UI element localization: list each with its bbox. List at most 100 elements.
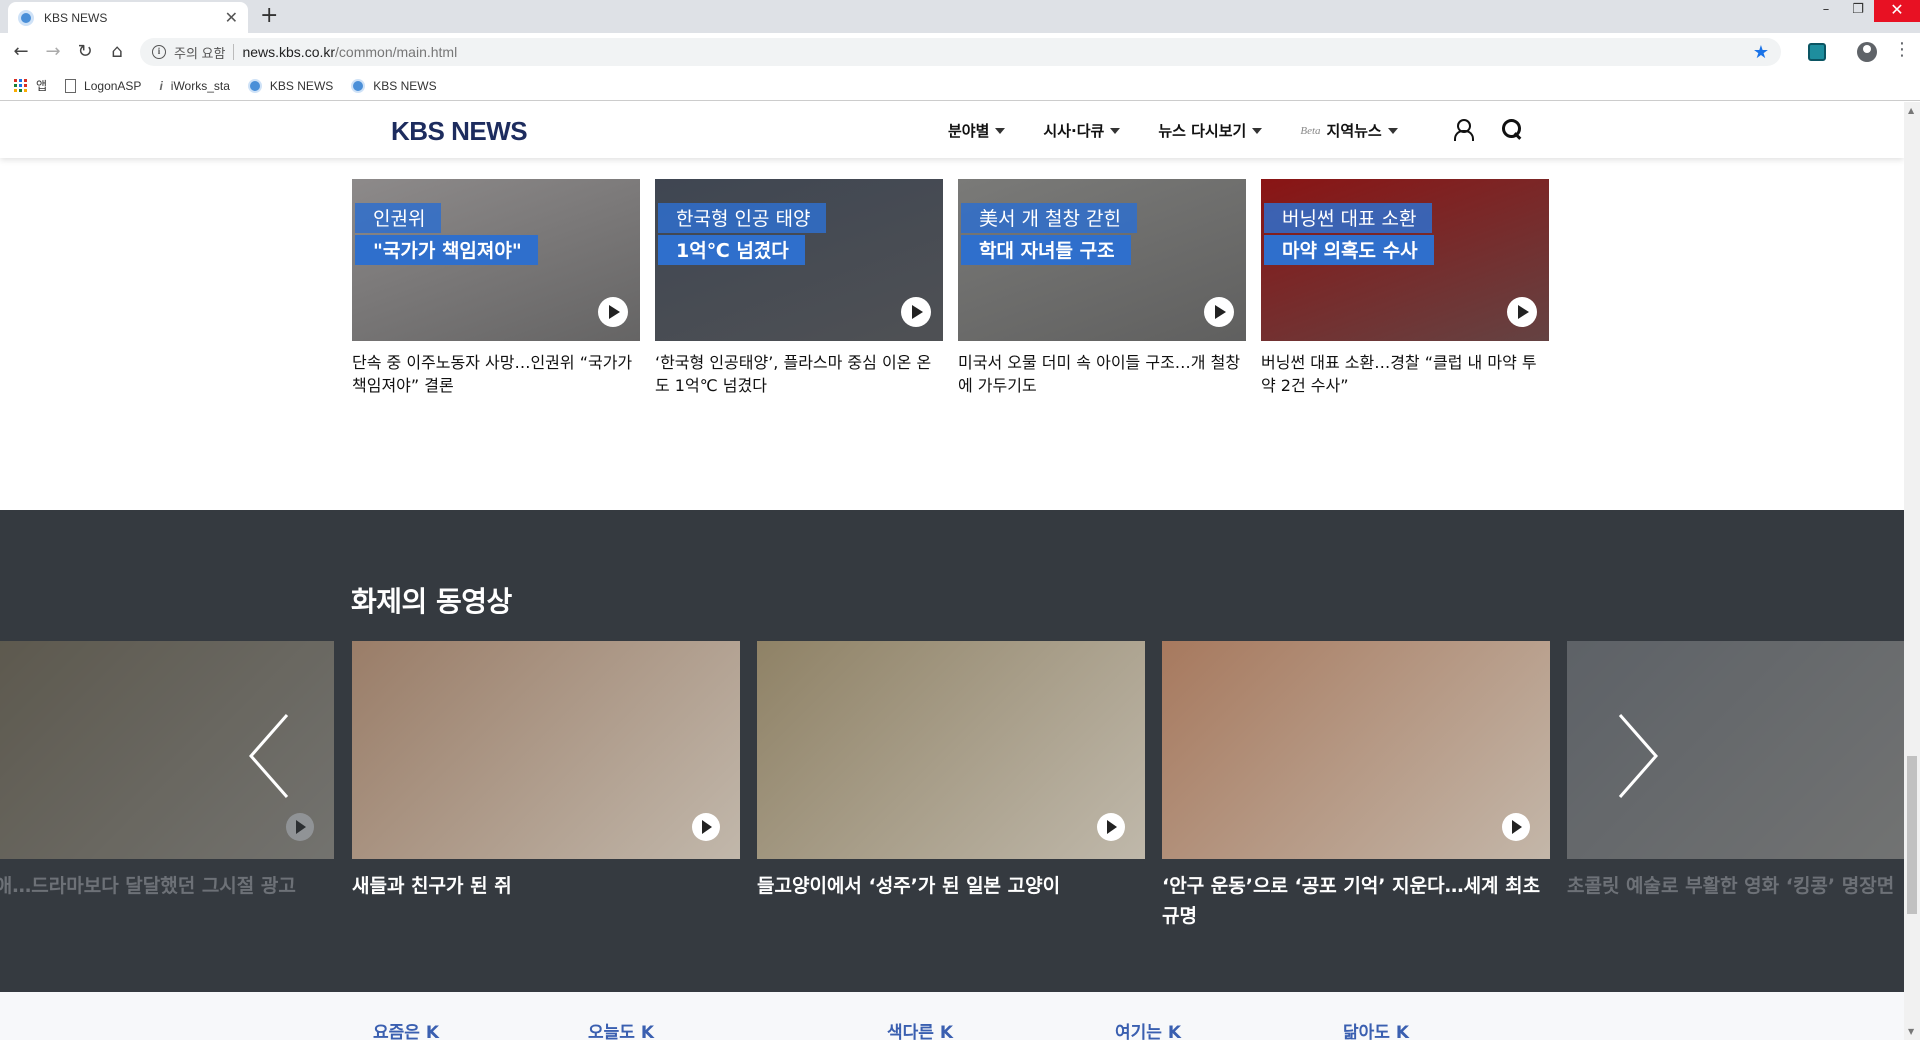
scroll-up-icon[interactable]: ▲ <box>1908 106 1914 115</box>
scrollbar-thumb[interactable] <box>1907 756 1917 914</box>
bookmark-logonasp[interactable]: LogonASP <box>65 78 142 93</box>
nav-category[interactable]: 분야별 <box>948 120 1006 141</box>
play-icon[interactable] <box>1502 813 1530 841</box>
video-thumbnail[interactable] <box>352 641 740 859</box>
bookmark-iworks[interactable]: i iWorks_sta <box>159 79 229 93</box>
page-viewport: KBS NEWS 분야별 시사·다큐 뉴스 다시보기 Beta 지역뉴스 인권위 … <box>0 102 1904 1040</box>
security-warning: 주의 요함 <box>174 45 226 61</box>
program-link[interactable]: 오늘도 K <box>588 1018 654 1040</box>
news-card-grid: 인권위 "국가가 책임져야" 단속 중 이주노동자 사망…인권위 “국가가 책임… <box>352 179 1564 397</box>
bookmark-star-icon[interactable]: ★ <box>1753 42 1769 63</box>
video-card[interactable]: 새들과 친구가 된 쥐 <box>352 641 740 901</box>
caret-down-icon <box>1252 127 1263 134</box>
caption-line-1: 인권위 <box>355 203 442 233</box>
news-title[interactable]: 버닝썬 대표 소환…경찰 “클럽 내 마약 투약 2건 수사” <box>1261 351 1549 397</box>
nav-label: 지역뉴스 <box>1326 122 1382 140</box>
news-thumbnail[interactable]: 한국형 인공 태양 1억℃ 넘겼다 <box>655 179 943 341</box>
nav-replay[interactable]: 뉴스 다시보기 <box>1158 120 1263 141</box>
news-title[interactable]: 단속 중 이주노동자 사망…인권위 “국가가 책임져야” 결론 <box>352 351 640 397</box>
caret-down-icon <box>1110 127 1121 134</box>
back-arrow-icon[interactable]: ← <box>10 41 32 63</box>
video-title[interactable]: 새들과 친구가 된 쥐 <box>352 871 740 901</box>
video-title[interactable]: 들고양이에서 ‘성주’가 된 일본 고양이 <box>757 871 1145 901</box>
address-bar[interactable]: i 주의 요함 news.kbs.co.kr /common/main.html… <box>140 38 1781 66</box>
video-title[interactable]: · 이영애…드라마보다 달달했던 그시절 광고 <box>0 871 334 901</box>
section-heading: 화제의 동영상 <box>351 585 512 618</box>
home-icon[interactable]: ⌂ <box>106 41 128 63</box>
iworks-logo-icon: i <box>159 78 163 93</box>
scroll-down-icon[interactable]: ▼ <box>1908 1027 1914 1036</box>
profile-icon[interactable] <box>1857 42 1877 62</box>
news-title[interactable]: ‘한국형 인공태양’, 플라스마 중심 이온 온도 1억℃ 넘겼다 <box>655 351 943 397</box>
play-icon[interactable] <box>1097 813 1125 841</box>
nav-local-news[interactable]: Beta 지역뉴스 <box>1300 120 1398 141</box>
news-title[interactable]: 미국서 오물 더미 속 아이들 구조…개 철창에 가두기도 <box>958 351 1246 397</box>
play-icon[interactable] <box>598 297 628 327</box>
bookmarks-bar: 앱 LogonASP i iWorks_sta KBS NEWS KBS NEW… <box>0 71 1920 101</box>
program-link[interactable]: 여기는 K <box>1115 1018 1181 1040</box>
browser-toolbar: ← → ↻ ⌂ i 주의 요함 news.kbs.co.kr /common/m… <box>0 33 1920 71</box>
tab-title: KBS NEWS <box>44 10 108 25</box>
menu-dots-icon[interactable]: ⋮ <box>1893 39 1911 61</box>
site-logo[interactable]: KBS NEWS <box>391 116 528 147</box>
kbs-favicon-icon <box>18 9 34 26</box>
omnibox-divider <box>233 44 235 60</box>
news-card[interactable]: 한국형 인공 태양 1억℃ 넘겼다 ‘한국형 인공태양’, 플라스마 중심 이온… <box>655 179 943 397</box>
bookmark-label: KBS NEWS <box>269 78 334 93</box>
nav-label: 뉴스 다시보기 <box>1158 122 1247 140</box>
url-host: news.kbs.co.kr <box>242 44 336 60</box>
program-link[interactable]: 색다른 K <box>887 1018 953 1040</box>
user-icon[interactable] <box>1452 118 1474 141</box>
video-card[interactable]: 들고양이에서 ‘성주’가 된 일본 고양이 <box>757 641 1145 901</box>
bookmark-label: iWorks_sta <box>170 78 230 93</box>
forward-arrow-icon[interactable]: → <box>42 41 64 63</box>
minimize-button[interactable]: – <box>1810 0 1842 22</box>
kbs-favicon-icon <box>247 78 262 93</box>
extension-icon[interactable] <box>1808 43 1826 61</box>
video-thumbnail[interactable] <box>757 641 1145 859</box>
play-icon[interactable] <box>901 297 931 327</box>
video-card[interactable]: ‘안구 운동’으로 ‘공포 기억’ 지운다…세계 최초 규명 <box>1162 641 1550 931</box>
info-icon[interactable]: i <box>152 45 166 59</box>
carousel-next-arrow-icon[interactable] <box>1612 711 1662 801</box>
program-link[interactable]: 닮아도 K <box>1343 1018 1409 1040</box>
program-links: 요즘은 K 오늘도 K 색다른 K 여기는 K 닮아도 K <box>0 992 1904 1040</box>
bookmark-kbs-news-1[interactable]: KBS NEWS <box>247 78 334 93</box>
close-tab-icon[interactable]: ✕ <box>225 9 238 26</box>
main-nav: 분야별 시사·다큐 뉴스 다시보기 Beta 지역뉴스 <box>948 120 1436 141</box>
nav-label: 시사·다큐 <box>1043 122 1105 140</box>
news-card[interactable]: 버닝썬 대표 소환 마약 의혹도 수사 버닝썬 대표 소환…경찰 “클럽 내 마… <box>1261 179 1549 397</box>
page-scrollbar[interactable]: ▲ ▼ <box>1904 102 1920 1040</box>
close-window-button[interactable]: ✕ <box>1874 0 1920 22</box>
program-link[interactable]: 요즘은 K <box>373 1018 439 1040</box>
caption-line-2: 학대 자녀들 구조 <box>961 235 1131 265</box>
restore-button[interactable]: ❐ <box>1842 0 1874 22</box>
news-card[interactable]: 美서 개 철창 갇힌 학대 자녀들 구조 미국서 오물 더미 속 아이들 구조…… <box>958 179 1246 397</box>
nav-current-affairs[interactable]: 시사·다큐 <box>1043 120 1121 141</box>
video-thumbnail[interactable] <box>1162 641 1550 859</box>
news-card[interactable]: 인권위 "국가가 책임져야" 단속 중 이주노동자 사망…인권위 “국가가 책임… <box>352 179 640 397</box>
new-tab-button[interactable]: + <box>260 4 278 28</box>
search-icon[interactable] <box>1501 118 1523 140</box>
carousel-prev-arrow-icon[interactable] <box>245 711 295 801</box>
bookmark-apps[interactable]: 앱 <box>14 77 47 94</box>
caption-line-2: 1억℃ 넘겼다 <box>658 235 805 265</box>
caret-down-icon <box>995 127 1006 134</box>
caption-line-1: 美서 개 철창 갇힌 <box>961 203 1137 233</box>
play-icon[interactable] <box>286 813 314 841</box>
news-thumbnail[interactable]: 버닝썬 대표 소환 마약 의혹도 수사 <box>1261 179 1549 341</box>
reload-icon[interactable]: ↻ <box>74 41 96 63</box>
nav-label: 분야별 <box>948 122 990 140</box>
browser-tab[interactable]: KBS NEWS ✕ <box>8 2 248 33</box>
play-icon[interactable] <box>1204 297 1234 327</box>
play-icon[interactable] <box>1507 297 1537 327</box>
news-thumbnail[interactable]: 인권위 "국가가 책임져야" <box>352 179 640 341</box>
video-title[interactable]: 초콜릿 예술로 부활한 영화 ‘킹콩’ 명장면 <box>1567 871 1904 901</box>
news-thumbnail[interactable]: 美서 개 철창 갇힌 학대 자녀들 구조 <box>958 179 1246 341</box>
bookmark-kbs-news-2[interactable]: KBS NEWS <box>351 78 437 93</box>
bookmark-label: LogonASP <box>84 78 142 93</box>
bookmark-label: 앱 <box>36 79 48 93</box>
play-icon[interactable] <box>692 813 720 841</box>
video-title[interactable]: ‘안구 운동’으로 ‘공포 기억’ 지운다…세계 최초 규명 <box>1162 871 1550 931</box>
beta-badge: Beta <box>1300 124 1321 137</box>
